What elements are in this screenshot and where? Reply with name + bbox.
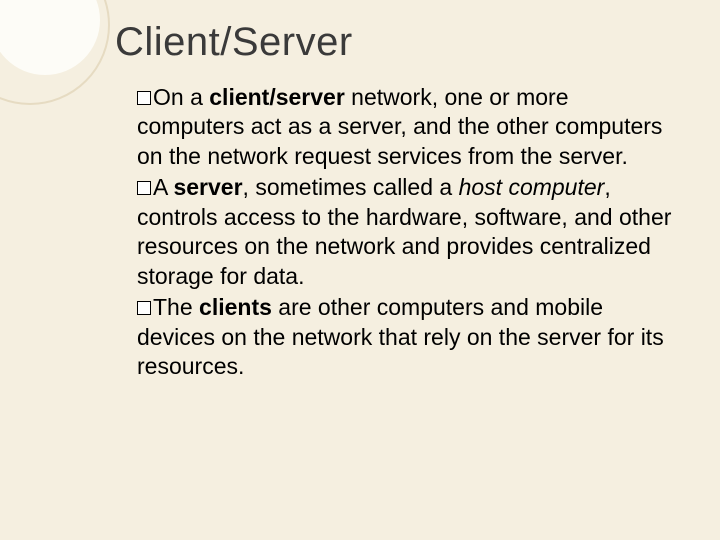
bullet-text-bold: server — [173, 174, 242, 200]
bullet-text-pre: A — [153, 174, 173, 200]
bullet-square-icon — [137, 181, 151, 195]
bullet-text-bold: client/server — [209, 84, 345, 110]
bullet-item: A server, sometimes called a host comput… — [137, 173, 680, 291]
slide-title: Client/Server — [115, 20, 680, 65]
slide-body: On a client/server network, one or more … — [115, 83, 680, 381]
bullet-item: The clients are other computers and mobi… — [137, 293, 680, 381]
bullet-text-mid: , sometimes called a — [243, 174, 459, 200]
bullet-square-icon — [137, 301, 151, 315]
slide-content: Client/Server On a client/server network… — [0, 0, 720, 540]
bullet-text-bold: clients — [199, 294, 272, 320]
bullet-text-italic: host computer — [459, 174, 605, 200]
bullet-text-pre: The — [153, 294, 199, 320]
bullet-square-icon — [137, 91, 151, 105]
bullet-text-pre: On a — [153, 84, 209, 110]
bullet-item: On a client/server network, one or more … — [137, 83, 680, 171]
